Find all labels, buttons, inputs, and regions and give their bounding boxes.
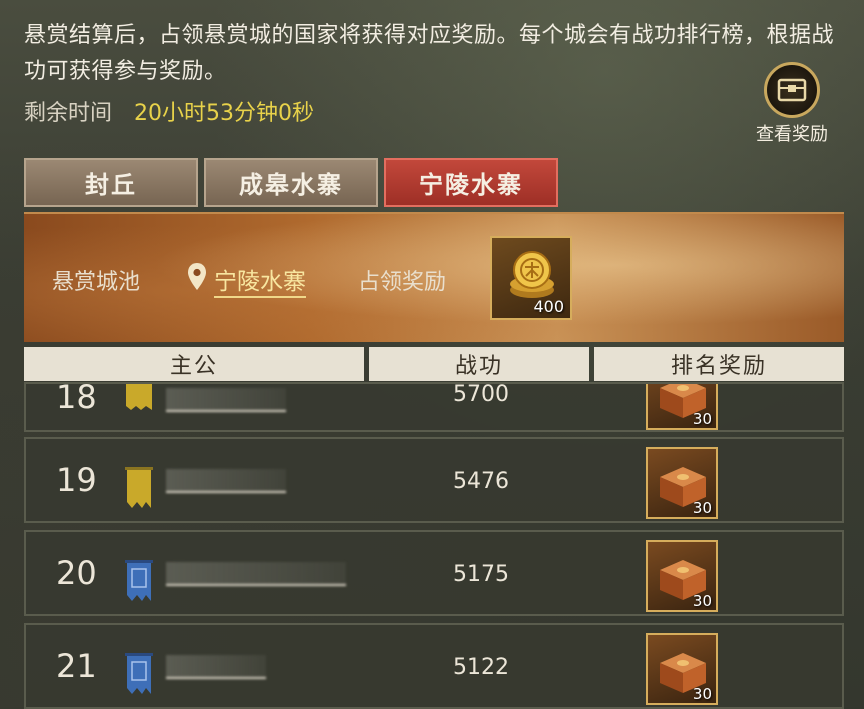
view-rewards-button[interactable]: 查看奖励 <box>740 62 844 146</box>
chest-icon <box>764 62 820 118</box>
tab-chenggao[interactable]: 成皋水寨 <box>204 158 378 207</box>
flag-icon <box>122 384 156 414</box>
rank-reward-qty: 30 <box>692 592 712 610</box>
location-pin-icon <box>186 262 208 296</box>
tab-ningling[interactable]: 宁陵水寨 <box>384 158 558 207</box>
table-row: 21 5122 30 <box>24 623 844 709</box>
lord-name-blurred[interactable] <box>166 562 346 586</box>
bounty-city-label: 悬赏城池 <box>52 270 141 295</box>
merit-score: 5175 <box>453 562 509 587</box>
lord-name-blurred[interactable] <box>166 469 286 493</box>
lord-name-blurred[interactable] <box>166 655 266 679</box>
column-header-lord: 主公 <box>24 347 364 381</box>
rank-number: 20 <box>56 554 97 592</box>
rank-reward-qty: 30 <box>692 410 712 428</box>
remaining-time-row: 剩余时间 20小时53分钟0秒 <box>24 93 314 129</box>
remaining-time-label: 剩余时间 <box>24 101 113 126</box>
bounty-city-banner: 悬赏城池 宁陵水寨 占领奖励 400 <box>24 212 844 342</box>
rank-number: 21 <box>56 647 97 685</box>
merit-score: 5700 <box>453 382 509 407</box>
rank-number: 18 <box>56 382 97 416</box>
table-row: 20 5175 30 <box>24 530 844 616</box>
rank-number: 19 <box>56 461 97 499</box>
rank-reward-item[interactable]: 30 <box>646 384 718 430</box>
view-rewards-label: 查看奖励 <box>756 124 828 145</box>
tab-fengqiu[interactable]: 封丘 <box>24 158 198 207</box>
rank-reward-qty: 30 <box>692 685 712 703</box>
flag-icon <box>122 467 156 513</box>
rank-reward-item[interactable]: 30 <box>646 447 718 519</box>
flag-icon <box>122 560 156 606</box>
merit-score: 5476 <box>453 469 509 494</box>
occupy-reward-item[interactable]: 400 <box>490 236 572 320</box>
remaining-time-value: 20小时53分钟0秒 <box>134 101 315 126</box>
occupy-reward-label: 占领奖励 <box>358 270 447 295</box>
flag-icon <box>122 653 156 699</box>
gold-coin-icon <box>510 251 554 298</box>
lord-name-blurred[interactable] <box>166 388 286 412</box>
column-header-merit: 战功 <box>369 347 589 381</box>
occupy-reward-qty: 400 <box>533 297 564 316</box>
rank-reward-item[interactable]: 30 <box>646 540 718 612</box>
table-row: 18 5700 30 <box>24 382 844 432</box>
column-header-rank-reward: 排名奖励 <box>594 347 844 381</box>
rank-reward-item[interactable]: 30 <box>646 633 718 705</box>
bounty-city-link[interactable]: 宁陵水寨 <box>214 262 306 298</box>
city-tabs: 封丘 成皋水寨 宁陵水寨 <box>24 158 558 207</box>
rank-reward-qty: 30 <box>692 499 712 517</box>
merit-score: 5122 <box>453 655 509 680</box>
description-text: 悬赏结算后，占领悬赏城的国家将获得对应奖励。每个城会有战功排行榜，根据战功可获得… <box>24 23 835 84</box>
table-row: 19 5476 30 <box>24 437 844 523</box>
